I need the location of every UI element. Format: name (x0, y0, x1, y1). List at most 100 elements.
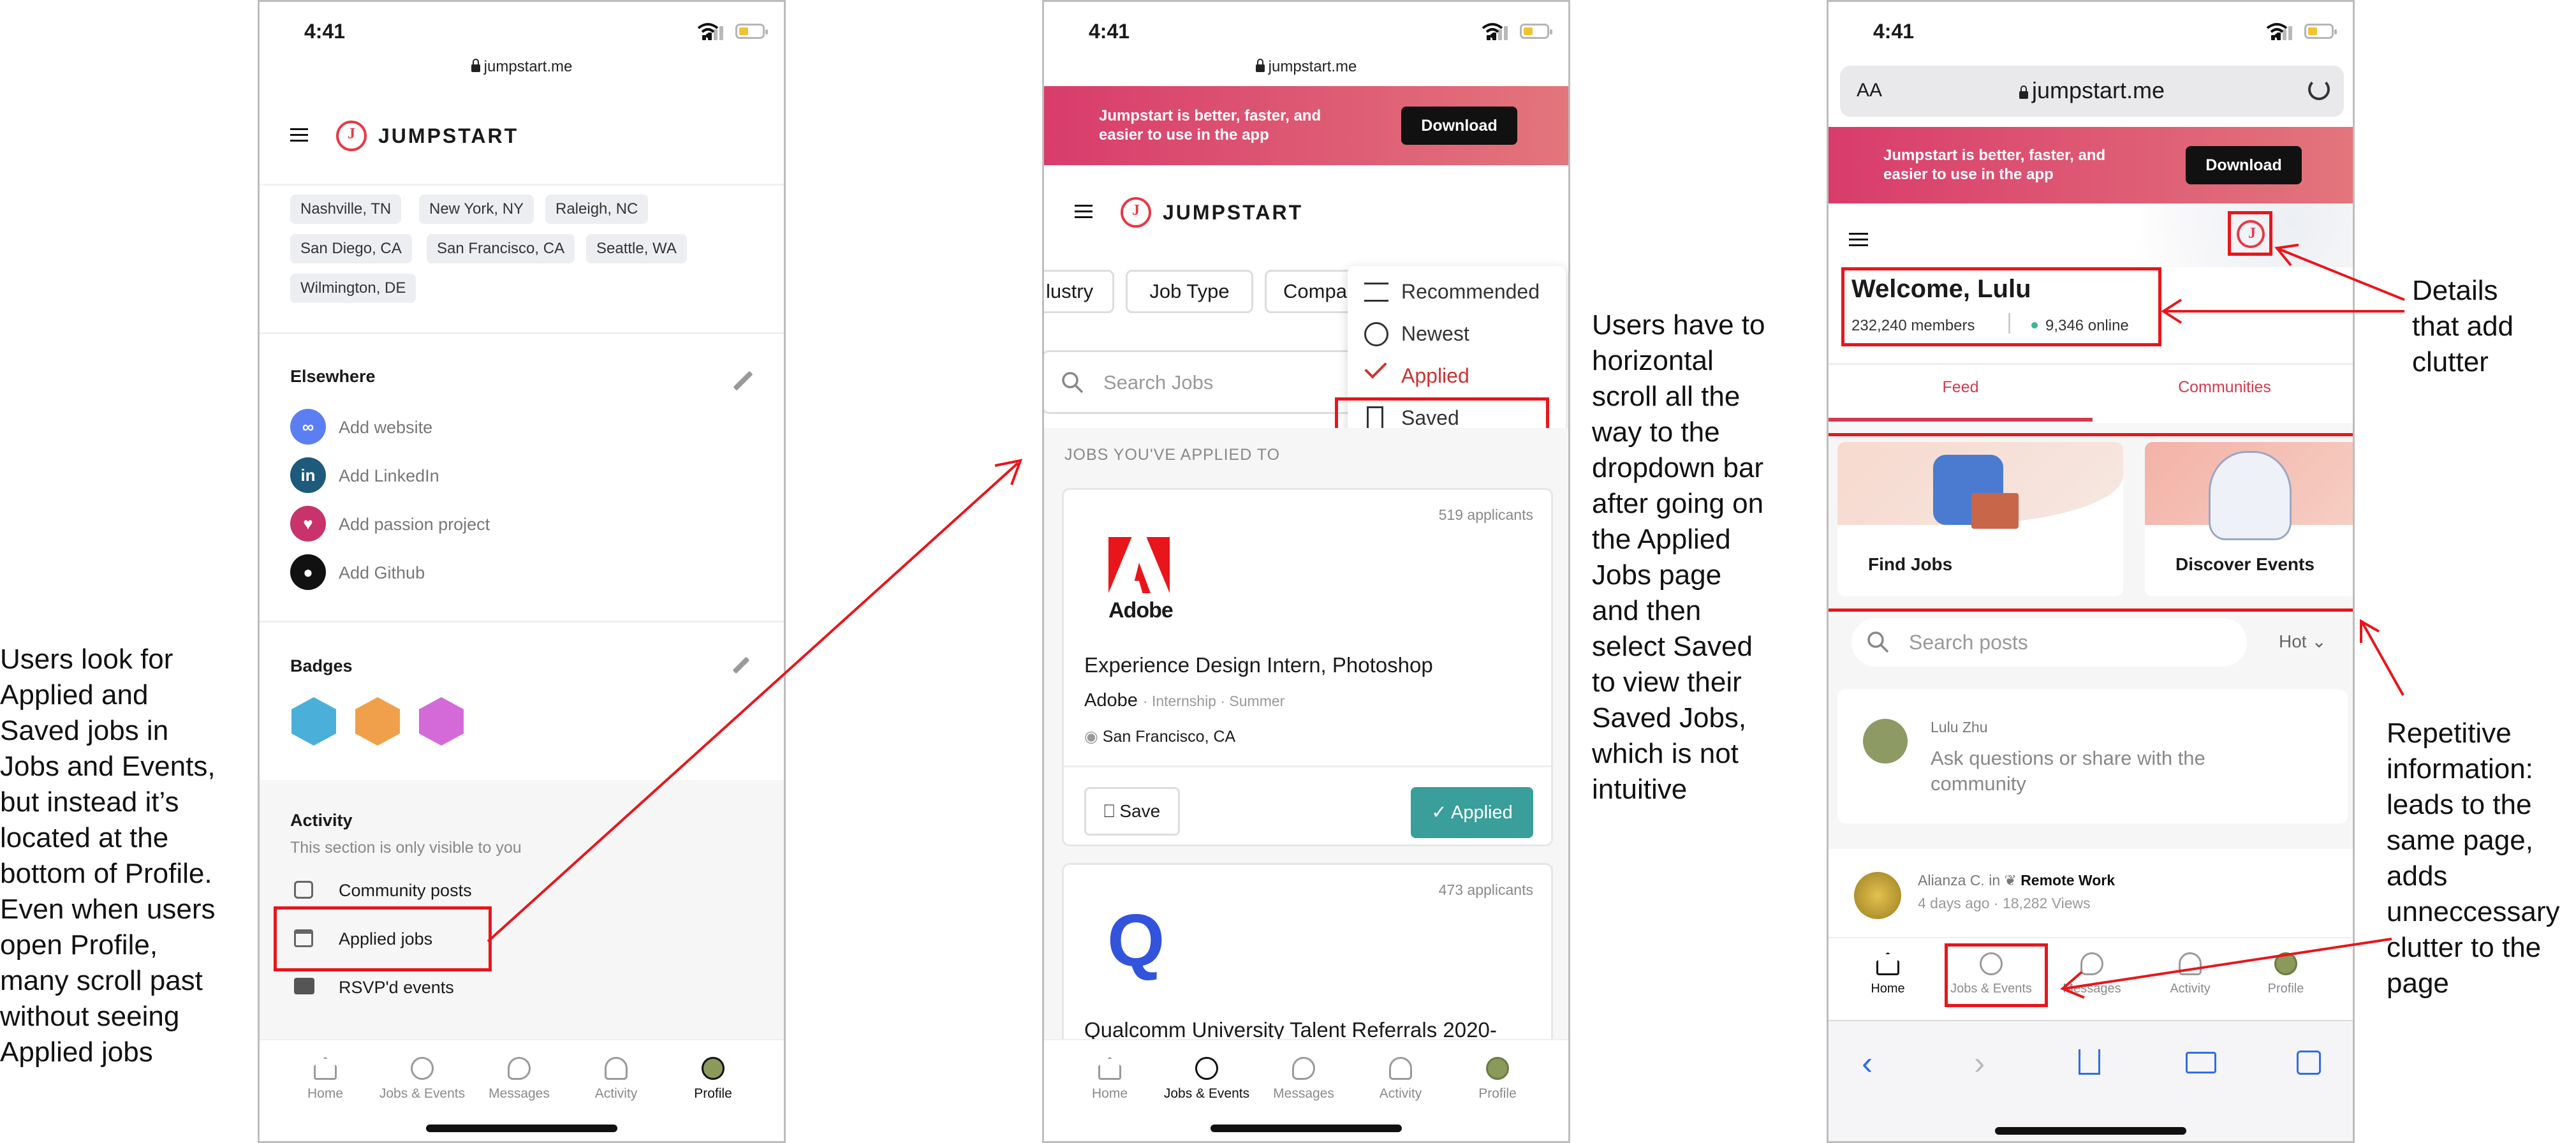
url-text: jumpstart.me (2031, 77, 2165, 103)
safari-url-bar[interactable]: AA jumpstart.me (1840, 66, 2344, 117)
tab-home[interactable]: Home (1840, 952, 1936, 996)
section-divider (1829, 363, 2353, 365)
feed-community[interactable]: Remote Work (2020, 872, 2115, 889)
applied-label: Applied (1451, 802, 1513, 823)
url-bar[interactable]: jumpstart.me (260, 58, 784, 76)
edit-elsewhere-icon[interactable] (733, 371, 753, 391)
search-placeholder: Search posts (1909, 631, 2028, 654)
annotation-line: page (2387, 968, 2449, 999)
lock-icon (471, 59, 480, 72)
qualcomm-logo-icon: Q (1107, 899, 1165, 982)
home-indicator (1995, 1127, 2186, 1135)
add-website-link[interactable]: Add website (339, 418, 432, 438)
back-icon[interactable]: ‹ (1862, 1044, 1873, 1082)
plant-icon: ❦ (2004, 872, 2017, 889)
location-chip: Seattle, WA (586, 234, 687, 263)
active-tab-underline (1829, 418, 2093, 422)
logo-text: JUMPSTART (1163, 201, 1304, 224)
bookmarks-icon[interactable] (2186, 1052, 2216, 1073)
bell-icon (605, 1057, 628, 1080)
url-bar[interactable]: jumpstart.me (1044, 58, 1568, 76)
tab-feed[interactable]: Feed (1829, 378, 2093, 397)
community-posts-link[interactable]: Community posts (339, 881, 472, 901)
tab-activity[interactable]: Activity (1353, 1057, 1448, 1102)
tab-communities[interactable]: Communities (2093, 378, 2353, 397)
jumpstart-logo-icon[interactable] (336, 121, 367, 151)
linkedin-icon: in (290, 457, 326, 493)
home-icon (314, 1057, 337, 1080)
annotation-line: Applied jobs (0, 1036, 153, 1068)
annotation-line: Users look for (0, 644, 173, 675)
location-pin-icon: ◉ (1084, 728, 1098, 746)
highlight-welcome (1841, 267, 2161, 346)
annotation-line: bottom of Profile. (0, 858, 212, 889)
tabs-icon[interactable] (2297, 1051, 2321, 1075)
applied-button[interactable]: ✓ Applied (1411, 787, 1533, 838)
bottom-tab-bar: Home Jobs & Events Messages Activity Pro… (1044, 1039, 1568, 1141)
arrow-to-jobs-tab (2060, 938, 2392, 999)
home-icon (1098, 1057, 1121, 1080)
highlight-feature-cards (1829, 433, 2353, 612)
tab-profile[interactable]: Profile (665, 1057, 761, 1102)
tab-jobs-events[interactable]: Jobs & Events (1159, 1057, 1255, 1102)
tab-messages[interactable]: Messages (471, 1057, 567, 1102)
add-github-link[interactable]: Add Github (339, 563, 425, 583)
jumpstart-logo-icon[interactable] (1121, 197, 1151, 228)
wifi-icon (697, 23, 719, 38)
add-passion-project-link[interactable]: Add passion project (339, 515, 490, 535)
trophy-badge-icon (419, 697, 464, 746)
menu-icon[interactable] (290, 128, 308, 142)
location-chip: Nashville, TN (290, 195, 402, 224)
tab-messages[interactable]: Messages (1256, 1057, 1351, 1102)
status-bar: 4:41 jumpstart.me (1044, 2, 1568, 85)
filter-job-type[interactable]: Job Type (1126, 270, 1253, 313)
adobe-wordmark: Adobe (1108, 598, 1174, 623)
post-prompt[interactable]: Ask questions or share with the community (1931, 746, 2205, 797)
chat-icon (1292, 1057, 1315, 1080)
banner-text: Jumpstart is better, faster, and easier t… (1883, 146, 2105, 184)
feed-in: in (1989, 872, 2001, 889)
create-post-card[interactable]: Lulu Zhu Ask questions or share with the… (1837, 689, 2348, 823)
menu-icon[interactable] (1849, 233, 1868, 247)
status-time: 4:41 (1089, 20, 1130, 43)
download-button[interactable]: Download (2186, 146, 2302, 184)
adobe-logo-part (1134, 563, 1151, 593)
filter-company[interactable]: Compa (1265, 270, 1360, 313)
share-icon[interactable] (2079, 1049, 2100, 1075)
sort-applied[interactable]: Applied (1401, 364, 1469, 388)
job-card[interactable]: 519 applicants Adobe Experience Design I… (1062, 488, 1553, 846)
compass-icon (1195, 1057, 1218, 1080)
elsewhere-title: Elsewhere (290, 367, 376, 386)
community-posts-icon (294, 881, 313, 899)
tab-jobs-events[interactable]: Jobs & Events (374, 1057, 470, 1102)
badges-title: Badges (290, 656, 353, 675)
sort-hot-dropdown[interactable]: Hot ⌄ (2279, 631, 2327, 652)
sort-newest[interactable]: Newest (1401, 322, 1469, 346)
tab-activity[interactable]: Activity (568, 1057, 664, 1102)
download-button[interactable]: Download (1401, 107, 1517, 145)
job-title[interactable]: Experience Design Intern, Photoshop (1084, 653, 1433, 677)
save-button[interactable]: ⎕ Save (1084, 787, 1180, 836)
annotation-line: intuitive (1592, 774, 1688, 805)
bookmark-icon: ⎕ (1103, 801, 1115, 821)
reload-icon[interactable] (2308, 78, 2330, 100)
add-linkedin-link[interactable]: Add LinkedIn (339, 466, 439, 486)
location-chip: Wilmington, DE (290, 274, 416, 303)
tab-home[interactable]: Home (277, 1057, 373, 1102)
rsvpd-events-link[interactable]: RSVP'd events (339, 978, 454, 998)
chevron-down-icon: ⌄ (2311, 631, 2327, 651)
home-indicator (426, 1125, 617, 1132)
tab-label: Home (1871, 982, 1905, 996)
tab-home[interactable]: Home (1062, 1057, 1158, 1102)
arrow-to-welcome (2161, 299, 2404, 324)
menu-icon[interactable] (1075, 205, 1093, 219)
tab-profile[interactable]: Profile (1450, 1057, 1545, 1102)
search-posts-input[interactable]: Search posts (1851, 618, 2247, 667)
url-text: jumpstart.me (483, 58, 573, 75)
sort-recommended[interactable]: Recommended (1401, 280, 1540, 304)
filter-industry[interactable]: lustry (1044, 270, 1114, 313)
annotation-line: leads to the (2387, 789, 2532, 820)
community-badge-icon (291, 697, 336, 746)
annotation-line: unneccessary (2387, 896, 2560, 927)
wifi-icon (2266, 23, 2288, 38)
